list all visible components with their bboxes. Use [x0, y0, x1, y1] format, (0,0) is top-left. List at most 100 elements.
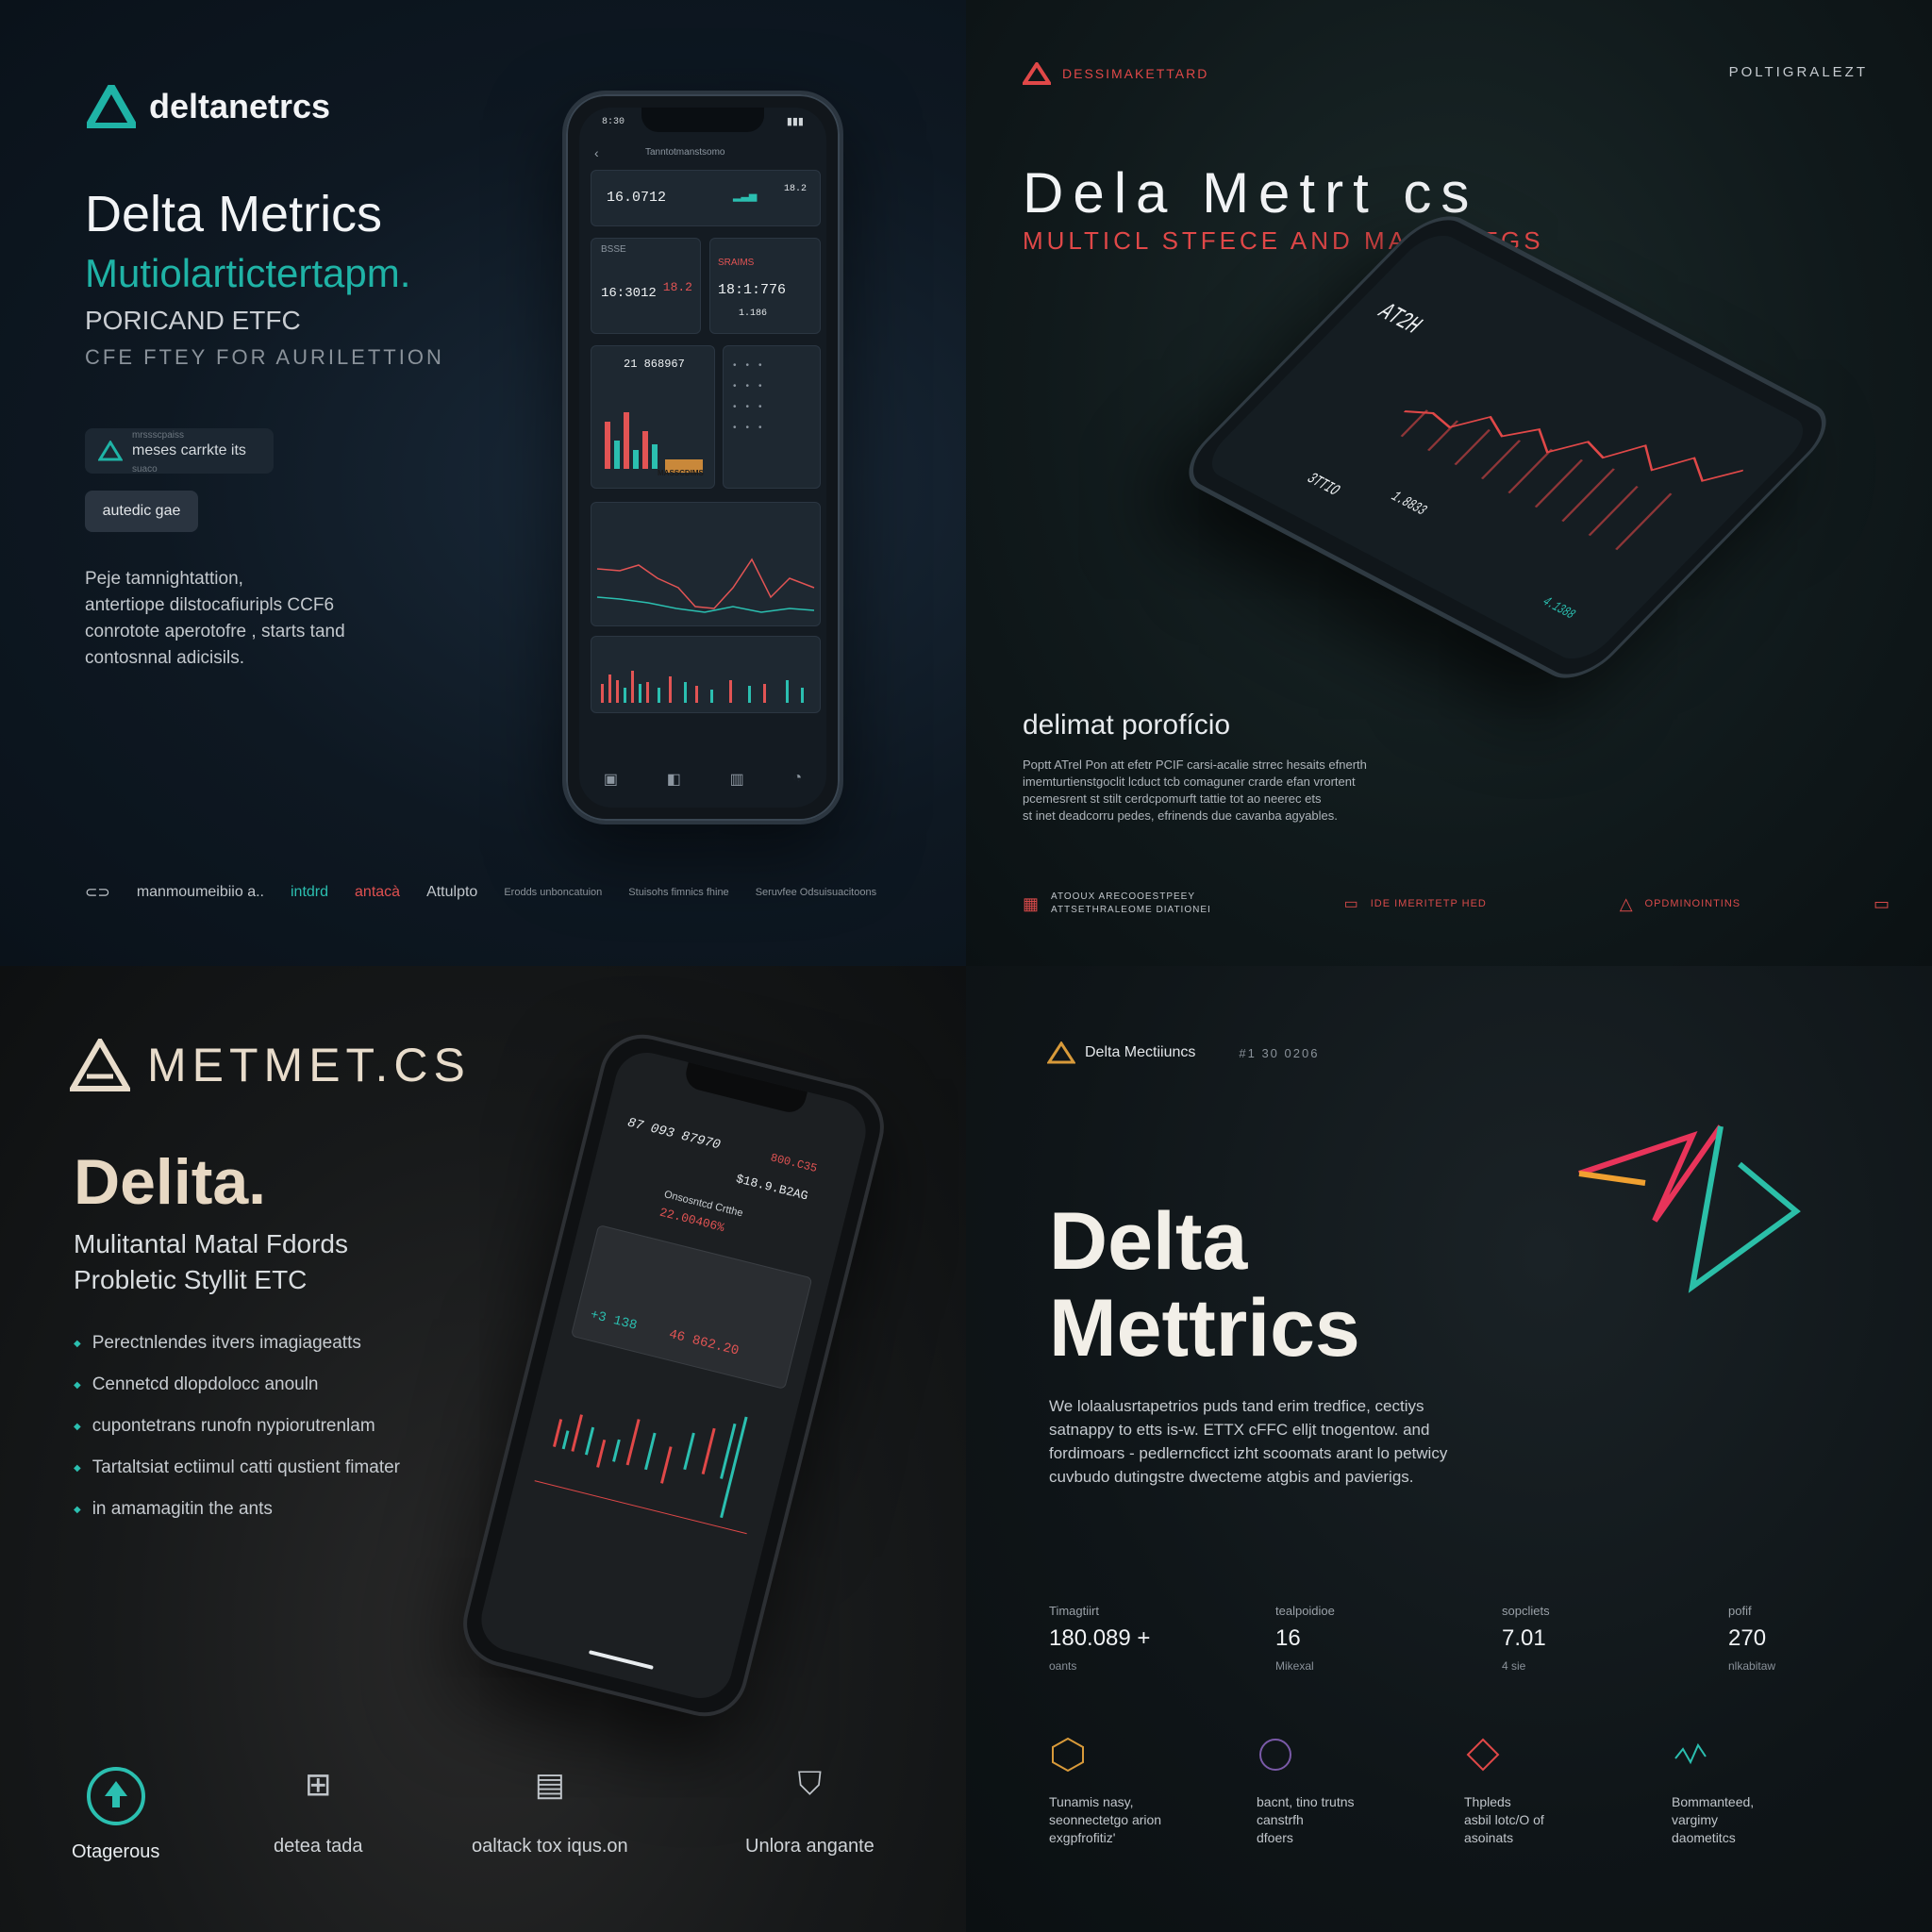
stat-sub: nlkabitaw: [1728, 1659, 1776, 1673]
cta-button[interactable]: autedic gae: [85, 491, 198, 532]
description: We lolaalusrtapetrios puds tand erim tre…: [1049, 1394, 1474, 1489]
page-title: Dela Metrt cs: [1023, 161, 1479, 225]
wallet-icon[interactable]: ◧: [667, 770, 681, 789]
feature-line: vargimy: [1672, 1812, 1719, 1827]
page-subtitle: Mulitantal Matal Fdords Probletic Stylli…: [74, 1226, 348, 1298]
phone-value: 87 093 87970: [625, 1115, 723, 1154]
list-item: Perectnlendes itvers imagiageatts: [74, 1323, 400, 1364]
collage: deltanetrcs Delta Metrics Mutiolarticter…: [0, 0, 1932, 1932]
list-item: in amamagitin the ants: [74, 1489, 400, 1530]
mini-bars-icon: ▂▃▅: [733, 191, 758, 202]
brand-logo[interactable]: DESSIMAKETTARD: [1023, 62, 1208, 85]
description-line: st inet deadcorru pedes, efrinends due c…: [1023, 808, 1338, 823]
profile-icon[interactable]: ◔: [792, 770, 802, 789]
feature-line: dfoers: [1257, 1830, 1293, 1845]
candlestick-tile[interactable]: 21 868967 MASSCDIMS: [591, 345, 715, 489]
hexagon-icon: [1052, 1737, 1084, 1773]
partner-item[interactable]: Stuisohs fimnics fhine: [628, 886, 728, 899]
feature-item[interactable]: Tunamis nasy, seonnectetgo arion exgpfrofi…: [1049, 1736, 1257, 1847]
globe-icon: [1259, 1739, 1291, 1771]
stat-label: Timagtiirt: [1049, 1604, 1099, 1618]
footer-item[interactable]: △ OPDMINOINTINS: [1620, 894, 1740, 914]
feature-item[interactable]: bacnt, tino trutns canstrfh dfoers: [1257, 1736, 1464, 1847]
footer-item[interactable]: ▤ oaltack tox iqus.on: [472, 1766, 628, 1857]
top-right-label[interactable]: POLTIGRALEZT: [1729, 64, 1868, 80]
home-icon[interactable]: ▣: [604, 770, 618, 789]
description-line: pcemesrent st stilt cerdcpomurft tattie …: [1023, 791, 1322, 806]
page-subtitle: Mutiolartictertapm.: [85, 251, 411, 295]
metric-tile-left[interactable]: BSSE 16:3012 18.2: [591, 238, 701, 334]
volume-tile[interactable]: [591, 636, 821, 713]
partner-item[interactable]: antacà: [355, 884, 400, 901]
stat-item: sopcliets 7.01 4 sie: [1502, 1604, 1728, 1673]
keypad-tile[interactable]: ••• ••• ••• •••: [723, 345, 821, 489]
tagline-secondary: CFE FTEY FOR AURILETTION: [85, 345, 444, 369]
back-arrow-icon[interactable]: ‹: [594, 145, 599, 160]
summary-side-value: 18.2: [783, 184, 807, 194]
link-icon: ⊂⊃: [85, 885, 110, 901]
partner-item[interactable]: Erodds unboncatuion: [504, 886, 602, 899]
phone-time: 3TTIO: [1301, 470, 1344, 500]
stat-sub: oants: [1049, 1659, 1077, 1673]
brand-logo[interactable]: deltanetrcs: [87, 85, 330, 128]
line-chart: [1400, 409, 1743, 551]
brand-number: #1 30 0206: [1239, 1045, 1320, 1060]
panel-top-left: deltanetrcs Delta Metrics Mutiolarticter…: [0, 0, 966, 966]
footer-item-label: detea tada: [274, 1836, 363, 1857]
volume-chart: [601, 671, 804, 703]
description-line: antertiope dilstocafiuripls CCF6: [85, 595, 335, 615]
feature-line: Bommanteed,: [1672, 1794, 1755, 1809]
partner-item[interactable]: Seruvfee Odsuisuacitoons: [756, 886, 876, 899]
phone-low: 1.8833: [1387, 488, 1432, 519]
feature-card[interactable]: mrssscpaiss meses carrkte its suaco: [85, 428, 274, 475]
features-footer: ▦ ATOOUX ARECOOESTPEEY ATTSETHRALEOME DIA…: [1023, 891, 1890, 917]
partner-item[interactable]: Attulpto: [426, 884, 477, 901]
candlestick-chart: [534, 1414, 748, 1535]
line-chart-tile[interactable]: [591, 502, 821, 626]
footer-item-title: ATOOUX ARECOOESTPEEY: [1051, 891, 1196, 902]
description-line: imemturtienstgoclit lcduct tcb comaguner…: [1023, 774, 1356, 789]
feature-line: seonnectetgo arion: [1049, 1812, 1162, 1827]
partner-item[interactable]: intdrd: [291, 884, 328, 901]
footer-item[interactable]: ▦ ATOOUX ARECOOESTPEEY ATTSETHRALEOME DIA…: [1023, 891, 1211, 917]
delta-glow-icon: [1578, 1124, 1801, 1293]
phone-screen: 8:30 ▮▮▮ ‹ Tanntotmanstsomo 16.0712 18.2…: [579, 108, 826, 808]
delta-logo-icon: [87, 85, 136, 128]
footer-item[interactable]: Otagerous: [72, 1766, 159, 1863]
phone-x: 4.1388: [1538, 594, 1579, 623]
status-time: 8:30: [602, 117, 625, 127]
phone-screen: 87 093 87970 800.C35 $18.9.B2AG Onsosntc…: [475, 1045, 873, 1706]
feature-line: exgpfrofitiz': [1049, 1830, 1116, 1845]
stat-item: tealpoidioe 16 Mikexal: [1275, 1604, 1502, 1673]
summary-value: 16.0712: [607, 190, 667, 206]
subtitle-line: Probletic Styllit ETC: [74, 1265, 308, 1294]
feature-line: daometitcs: [1672, 1830, 1736, 1845]
footer-item[interactable]: ⊞ detea tada: [274, 1766, 363, 1857]
description-line: contosnnal adicisils.: [85, 648, 244, 668]
stat-label: pofif: [1728, 1604, 1752, 1618]
metric-tile-right[interactable]: SRAIMS 18:1:776 1.186: [709, 238, 821, 334]
chart-icon[interactable]: ▥: [730, 770, 744, 789]
stat-item: pofif 270 nlkabitaw: [1728, 1604, 1860, 1673]
stat-sub: Mikexal: [1275, 1659, 1314, 1673]
footer-item[interactable]: ▭ IDE IMERITETP HED: [1344, 894, 1487, 913]
feature-item[interactable]: Bommanteed, vargimy daometitcs: [1672, 1736, 1879, 1847]
feature-line: canstrfh: [1257, 1812, 1304, 1827]
brand-logo[interactable]: Delta Mectiiuncs #1 30 0206: [1047, 1041, 1319, 1064]
summary-tile[interactable]: 16.0712 18.2 ▂▃▅: [591, 170, 821, 226]
phone-mockup: 87 093 87970 800.C35 $18.9.B2AG Onsosntc…: [454, 1024, 893, 1726]
subtitle-line: Mulitantal Matal Fdords: [74, 1229, 349, 1258]
feature-line: asbil lotc/O of: [1464, 1812, 1544, 1827]
grid-icon: ▦: [1023, 893, 1041, 913]
summary-tile[interactable]: +3 138 46 862.20: [570, 1224, 813, 1390]
delta-logo-icon: [1047, 1041, 1075, 1064]
feature-item[interactable]: Thpleds asbil lotc/O of asoinats: [1464, 1736, 1672, 1847]
signal-icon: ▮▮▮: [786, 116, 804, 127]
tile-value: +3 138: [588, 1307, 639, 1334]
feature-line: asoinats: [1464, 1830, 1514, 1845]
partner-item[interactable]: manmoumeibiio a..: [137, 884, 264, 901]
device-icon[interactable]: ▭: [1874, 894, 1890, 914]
brand-logo[interactable]: METMET.CS: [70, 1038, 471, 1092]
footer-item[interactable]: ⛉ Unlora angante: [745, 1766, 874, 1857]
phone-value: 800.C35: [769, 1151, 819, 1176]
